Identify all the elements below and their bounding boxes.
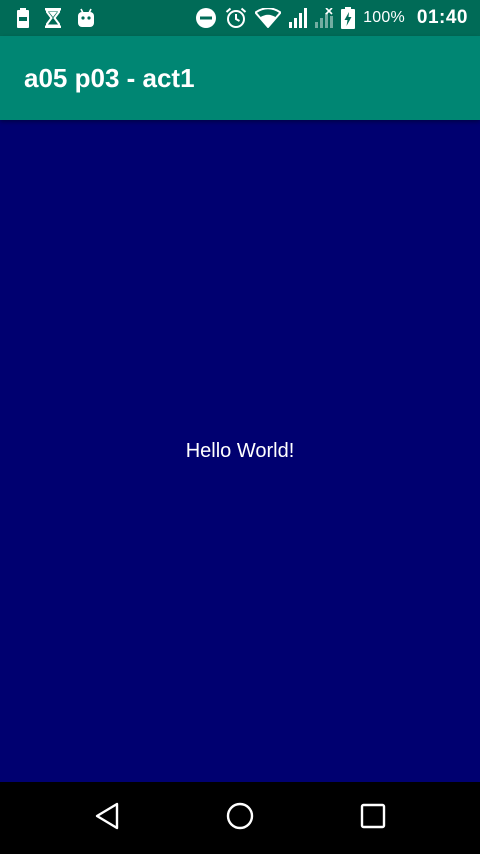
back-triangle-icon <box>94 802 120 835</box>
status-bar: 100% 01:40 <box>0 0 480 36</box>
cell-signal-icon <box>289 8 308 28</box>
home-circle-icon <box>225 801 255 836</box>
app-title: a05 p03 - act1 <box>24 63 195 93</box>
battery-charging-icon <box>341 7 356 29</box>
back-button[interactable] <box>67 782 147 854</box>
cell-signal-off-icon <box>315 8 334 28</box>
hello-text: Hello World! <box>185 440 295 462</box>
do-not-disturb-icon <box>195 7 217 29</box>
wifi-icon <box>255 8 282 28</box>
recents-button[interactable] <box>333 782 413 854</box>
alarm-icon <box>225 7 247 29</box>
clock: 01:40 <box>416 7 468 28</box>
recents-square-icon <box>360 803 386 834</box>
android-icon <box>76 8 96 28</box>
app-bar: a05 p03 - act1 <box>0 36 480 120</box>
battery-saver-notification-icon <box>16 8 30 28</box>
home-button[interactable] <box>200 782 280 854</box>
status-right-icons: 100% 01:40 <box>195 0 468 36</box>
main-content: Hello World! <box>0 120 480 782</box>
hourglass-icon <box>44 8 62 28</box>
navigation-bar <box>0 782 480 854</box>
screen: 100% 01:40 a05 p03 - act1 Hello World! <box>0 0 480 854</box>
battery-percent: 100% <box>363 9 405 26</box>
status-left-icons <box>16 0 96 36</box>
